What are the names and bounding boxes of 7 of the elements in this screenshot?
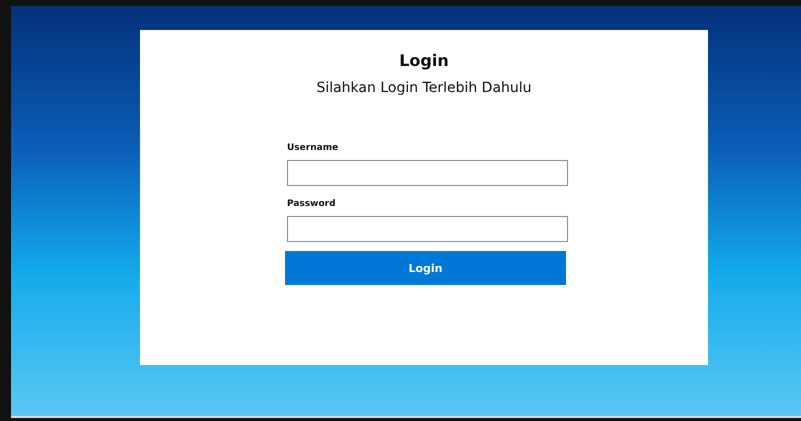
login-subtitle: Silahkan Login Terlebih Dahulu [315,79,533,98]
input-field[interactable] [287,160,568,186]
field-label: Username [287,142,338,154]
input-field[interactable] [287,216,568,242]
login-title: Login [398,50,450,72]
field-label: Password [287,198,336,210]
login-button[interactable]: Login [285,251,566,285]
